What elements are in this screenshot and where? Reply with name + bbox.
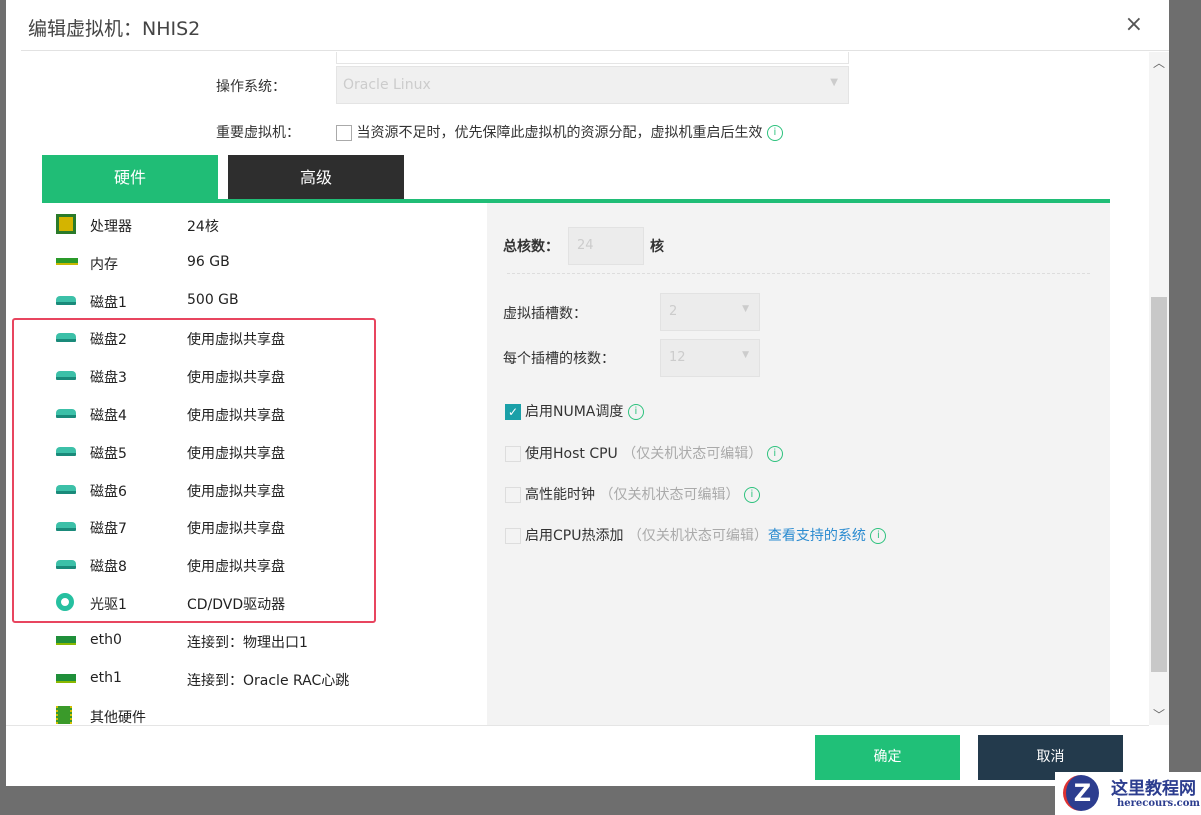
info-icon[interactable]: i	[627, 404, 644, 420]
important-vm-text: 当资源不足时，优先保障此虚拟机的资源分配，虚拟机重启后生效	[356, 125, 763, 141]
cpu-settings-panel: 总核数： 24 核 虚拟插槽数： 2 ▼ 每个插槽的核数： 12 ▼ ✓ 启用NUMA…	[487, 203, 1110, 725]
hardware-item[interactable]: eth0 连接到：物理出口1	[42, 623, 485, 660]
scrollbar[interactable]: ︿ ﹀	[1149, 52, 1169, 725]
hardware-value: 连接到：物理出口1	[187, 634, 308, 651]
hardware-value: 500 GB	[187, 291, 239, 308]
hardware-name: eth0	[90, 631, 122, 648]
dialog-title: 编辑虚拟机：NHIS2	[28, 18, 201, 40]
numa-checkbox[interactable]: ✓	[505, 404, 521, 420]
divider	[6, 725, 1149, 726]
hpet-note: （仅关机状态可编辑）	[599, 487, 740, 503]
host-cpu-label: 使用Host CPU	[525, 446, 618, 462]
cores-per-socket-value: 12	[669, 350, 686, 365]
chevron-down-icon: ▼	[742, 304, 749, 314]
os-label: 操作系统：	[216, 79, 286, 95]
scrollbar-thumb[interactable]	[1151, 297, 1167, 672]
chevron-down-icon: ▼	[742, 350, 749, 360]
watermark-logo: Z 这里教程网 herecours.com	[1055, 772, 1201, 815]
hardware-item[interactable]: 磁盘1 500 GB	[42, 283, 485, 320]
memory-icon	[56, 255, 78, 271]
tab-hardware[interactable]: 硬件	[42, 155, 218, 200]
confirm-button[interactable]: 确定	[815, 735, 960, 780]
hardware-item[interactable]: 其他硬件	[42, 698, 485, 735]
host-cpu-note: （仅关机状态可编辑）	[622, 446, 763, 462]
info-icon[interactable]: i	[870, 528, 887, 544]
info-icon[interactable]: i	[766, 125, 783, 141]
host-cpu-checkbox[interactable]	[505, 446, 521, 462]
chevron-down-icon: ▼	[830, 77, 838, 88]
supported-systems-link[interactable]: 查看支持的系统	[768, 528, 866, 544]
important-vm-checkbox[interactable]	[336, 125, 352, 141]
cores-unit: 核	[650, 239, 664, 255]
hardware-name: 处理器	[90, 219, 132, 235]
hardware-value: 连接到：Oracle RAC心跳	[187, 672, 350, 689]
nic-icon	[56, 633, 76, 649]
divider	[21, 50, 1169, 51]
cores-per-socket-select[interactable]: 12 ▼	[660, 339, 760, 377]
hardware-item[interactable]: 处理器 24核	[42, 207, 485, 244]
close-icon[interactable]: ×	[1125, 12, 1143, 37]
hpet-label: 高性能时钟	[525, 487, 595, 503]
cpu-hotplug-label: 启用CPU热添加	[525, 528, 624, 544]
clipped-field	[336, 52, 849, 64]
important-vm-label: 重要虚拟机：	[216, 125, 300, 141]
sockets-select[interactable]: 2 ▼	[660, 293, 760, 331]
hpet-checkbox[interactable]	[505, 487, 521, 503]
hardware-name: 磁盘1	[90, 294, 127, 311]
info-icon[interactable]: i	[766, 446, 783, 462]
hardware-item[interactable]: 内存 96 GB	[42, 245, 485, 282]
os-value: Oracle Linux	[343, 77, 431, 93]
chip-icon	[56, 706, 76, 725]
watermark-url: herecours.com	[1117, 798, 1201, 809]
cpu-hotplug-checkbox[interactable]	[505, 528, 521, 544]
hardware-value: 24核	[187, 219, 219, 235]
sockets-label: 虚拟插槽数：	[503, 306, 587, 322]
hardware-name: eth1	[90, 669, 122, 686]
nic-icon	[56, 671, 76, 687]
sockets-value: 2	[669, 304, 678, 319]
total-cores-label: 总核数：	[503, 239, 559, 255]
os-select[interactable]: Oracle Linux ▼	[336, 66, 849, 104]
total-cores-value: 24	[577, 238, 594, 253]
numa-label: 启用NUMA调度	[525, 404, 624, 420]
tab-advanced[interactable]: 高级	[228, 155, 404, 200]
chevron-up-icon[interactable]: ︿	[1153, 54, 1165, 71]
hardware-value: 96 GB	[187, 253, 230, 270]
highlight-box	[12, 318, 376, 623]
hardware-name: 内存	[90, 256, 118, 273]
info-icon[interactable]: i	[743, 487, 760, 503]
logo-icon: Z	[1063, 775, 1099, 811]
hardware-item[interactable]: eth1 连接到：Oracle RAC心跳	[42, 661, 485, 698]
disk-icon	[56, 293, 76, 309]
chevron-down-icon[interactable]: ﹀	[1153, 706, 1165, 723]
watermark-title: 这里教程网	[1111, 779, 1196, 799]
total-cores-input[interactable]: 24	[568, 227, 644, 265]
cpu-hotplug-note: （仅关机状态可编辑）	[627, 528, 768, 544]
cores-per-socket-label: 每个插槽的核数：	[503, 351, 615, 367]
divider	[507, 273, 1090, 274]
cpu-icon	[56, 214, 76, 234]
